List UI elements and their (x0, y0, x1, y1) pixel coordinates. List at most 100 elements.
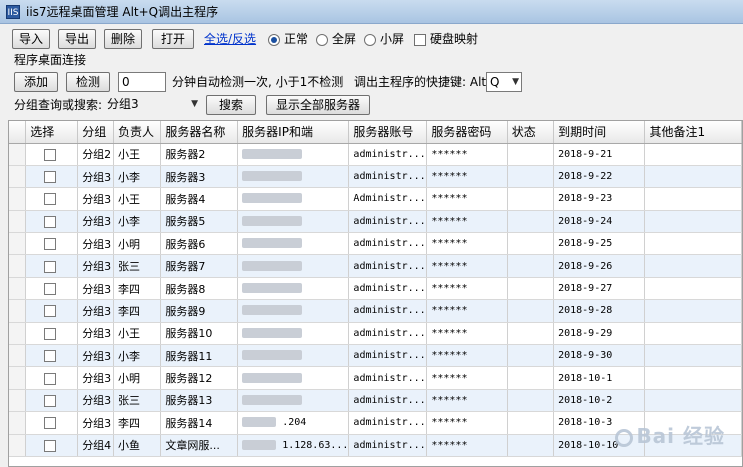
col-header-ip[interactable]: 服务器IP和端 (237, 121, 350, 144)
row-checkbox[interactable] (44, 394, 57, 407)
cell-owner: 李四 (113, 299, 162, 323)
row-header[interactable] (9, 411, 27, 435)
cell-status (507, 322, 555, 346)
cell-account: administr... (348, 411, 428, 435)
mode-small-radio[interactable] (364, 34, 376, 46)
row-header[interactable] (9, 210, 27, 234)
delete-button[interactable]: 删除 (104, 29, 142, 49)
cell-account: administr... (348, 344, 428, 368)
col-header-account[interactable]: 服务器账号 (348, 121, 428, 144)
row-header[interactable] (9, 299, 27, 323)
table-row[interactable]: 分组3 张三 服务器7 administr... ****** 2018-9-26 (9, 254, 742, 278)
row-checkbox[interactable] (44, 215, 57, 228)
select-cell (25, 434, 79, 457)
row-checkbox[interactable] (44, 417, 57, 430)
row-checkbox[interactable] (44, 193, 57, 206)
select-cell (25, 344, 79, 368)
row-checkbox[interactable] (44, 305, 57, 318)
row-checkbox[interactable] (44, 260, 57, 273)
row-checkbox[interactable] (44, 372, 57, 385)
table-row[interactable]: 分组3 小明 服务器6 administr... ****** 2018-9-25 (9, 232, 742, 256)
col-header-note[interactable]: 其他备注1 (644, 121, 742, 144)
table-row[interactable]: 分组3 小李 服务器3 administr... ****** 2018-9-22 (9, 165, 742, 189)
export-button[interactable]: 导出 (58, 29, 96, 49)
cell-password: ****** (426, 366, 508, 390)
cell-account: administr... (348, 165, 428, 189)
row-checkbox[interactable] (44, 439, 57, 452)
row-header[interactable] (9, 434, 27, 457)
col-header-expire[interactable]: 到期时间 (553, 121, 646, 144)
interval-input[interactable]: 0 (118, 72, 166, 92)
row-checkbox[interactable] (44, 171, 57, 184)
mode-fullscreen-radio[interactable] (316, 34, 328, 46)
cell-ip (237, 344, 350, 368)
table-row[interactable]: 分组2 小王 服务器2 administr... ****** 2018-9-21 (9, 143, 742, 166)
cell-ip (237, 210, 350, 234)
cell-owner: 小王 (113, 143, 162, 166)
redacted-ip (242, 283, 303, 294)
row-header[interactable] (9, 187, 27, 211)
cell-name: 服务器6 (160, 232, 239, 256)
row-header-corner (9, 121, 27, 144)
add-button[interactable]: 添加 (14, 72, 58, 92)
cell-password: ****** (426, 143, 508, 166)
table-row[interactable]: 分组3 小李 服务器5 administr... ****** 2018-9-24 (9, 210, 742, 234)
cell-ip (237, 322, 350, 346)
row-checkbox[interactable] (44, 238, 57, 251)
disk-map-checkbox[interactable] (414, 34, 426, 46)
cell-group: 分组3 (77, 165, 114, 189)
col-header-password[interactable]: 服务器密码 (426, 121, 508, 144)
redacted-ip (242, 327, 303, 338)
col-header-status[interactable]: 状态 (507, 121, 555, 144)
col-header-select[interactable]: 选择 (25, 121, 79, 144)
row-header[interactable] (9, 389, 27, 413)
cell-group: 分组4 (77, 434, 114, 457)
table-row[interactable]: 分组3 小明 服务器12 administr... ****** 2018-10-1 (9, 366, 742, 390)
row-checkbox[interactable] (44, 148, 57, 161)
row-header[interactable] (9, 366, 27, 390)
row-checkbox[interactable] (44, 327, 57, 340)
select-all-link[interactable]: 全选/反选 (204, 29, 256, 49)
table-row[interactable]: 分组3 张三 服务器13 administr... ****** 2018-10-2 (9, 389, 742, 413)
cell-status (507, 187, 555, 211)
mode-normal-radio[interactable] (268, 34, 280, 46)
cell-name: 服务器7 (160, 254, 239, 278)
row-header[interactable] (9, 143, 27, 166)
table-row[interactable]: 分组3 小李 服务器11 administr... ****** 2018-9-30 (9, 344, 742, 368)
table-row[interactable]: 分组3 小王 服务器4 Administr... ****** 2018-9-23 (9, 187, 742, 211)
redacted-ip (242, 305, 303, 316)
row-header[interactable] (9, 344, 27, 368)
table-row[interactable]: 分组3 李四 服务器8 administr... ****** 2018-9-27 (9, 277, 742, 301)
cell-status (507, 165, 555, 189)
row-checkbox[interactable] (44, 350, 57, 363)
cell-name: 服务器9 (160, 299, 239, 323)
row-header[interactable] (9, 232, 27, 256)
cell-account: administr... (348, 366, 428, 390)
ip-partial-text: .204 (276, 417, 307, 429)
row-header[interactable] (9, 277, 27, 301)
cell-owner: 小李 (113, 344, 162, 368)
search-select[interactable]: 分组3 ▼ (104, 95, 200, 115)
table-row[interactable]: 分组3 李四 服务器9 administr... ****** 2018-9-28 (9, 299, 742, 323)
server-table: 选择 分组 负责人 服务器名称 服务器IP和端 服务器账号 服务器密码 状态 到… (8, 120, 743, 467)
cell-group: 分组3 (77, 389, 114, 413)
check-button[interactable]: 检测 (66, 72, 110, 92)
open-button[interactable]: 打开 (152, 29, 194, 49)
cell-password: ****** (426, 344, 508, 368)
row-header[interactable] (9, 254, 27, 278)
col-header-group[interactable]: 分组 (77, 121, 114, 144)
show-all-button[interactable]: 显示全部服务器 (266, 95, 370, 115)
search-button[interactable]: 搜索 (206, 95, 256, 115)
cell-note (644, 210, 742, 234)
col-header-name[interactable]: 服务器名称 (160, 121, 239, 144)
hotkey-select[interactable]: Q ▼ (486, 72, 522, 92)
row-header[interactable] (9, 165, 27, 189)
table-row[interactable]: 分组3 小王 服务器10 administr... ****** 2018-9-29 (9, 322, 742, 346)
row-checkbox[interactable] (44, 283, 57, 296)
import-button[interactable]: 导入 (12, 29, 50, 49)
cell-expire: 2018-9-22 (553, 165, 646, 189)
select-cell (25, 165, 79, 189)
chevron-down-icon: ▼ (191, 99, 198, 109)
row-header[interactable] (9, 322, 27, 346)
col-header-owner[interactable]: 负责人 (113, 121, 162, 144)
